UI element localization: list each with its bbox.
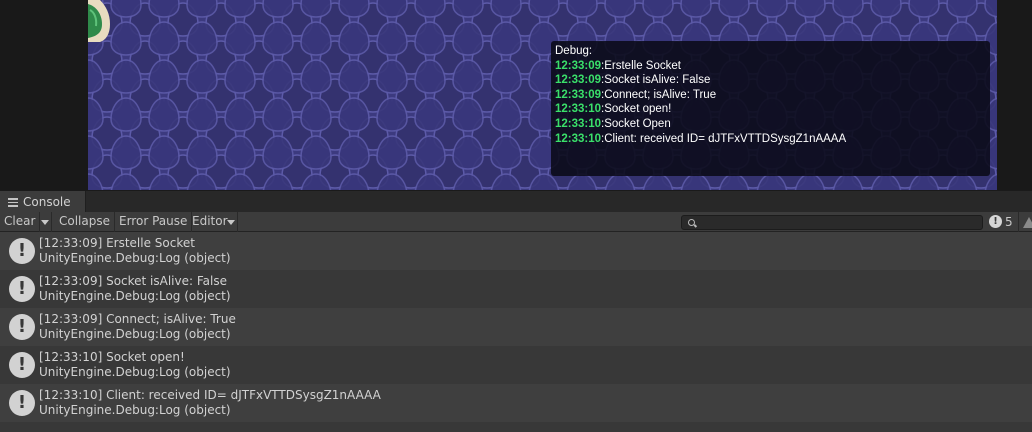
- editor-dropdown-label: Editor: [192, 214, 228, 228]
- info-icon: !: [9, 390, 35, 416]
- log-entry[interactable]: ! [12:33:10] Socket open! UnityEngine.De…: [0, 346, 1032, 384]
- search-icon: [688, 219, 695, 226]
- editor-dropdown[interactable]: Editor: [188, 212, 238, 232]
- error-pause-button[interactable]: Error Pause: [115, 212, 193, 232]
- game-view-edge: [997, 0, 1032, 190]
- log-message: [12:33:09] Erstelle Socket: [39, 236, 195, 250]
- debug-line: 12:33:10:Socket Open: [555, 117, 671, 130]
- log-message: [12:33:10] Client: received ID= dJTFxVTT…: [39, 388, 381, 402]
- debug-line: 12:33:09:Socket isAlive: False: [555, 74, 711, 87]
- tab-console[interactable]: Console: [0, 191, 86, 213]
- collapse-button[interactable]: Collapse: [55, 212, 115, 232]
- search-input[interactable]: [681, 215, 983, 230]
- info-icon: !: [9, 238, 35, 264]
- log-entry[interactable]: ! [12:33:10] Client: received ID= dJTFxV…: [0, 384, 1032, 422]
- chevron-down-icon: [227, 220, 235, 225]
- log-entry[interactable]: ! [12:33:09] Connect; isAlive: True Unit…: [0, 308, 1032, 346]
- log-source: UnityEngine.Debug:Log (object): [39, 403, 231, 417]
- tab-console-label: Console: [23, 195, 71, 209]
- debug-title: Debug:: [555, 45, 593, 57]
- warning-icon: [1023, 217, 1032, 228]
- log-source: UnityEngine.Debug:Log (object): [39, 251, 231, 265]
- console-tabbar: Console: [0, 190, 1032, 213]
- info-count: 5: [1005, 215, 1013, 229]
- log-message: [12:33:09] Connect; isAlive: True: [39, 312, 236, 326]
- info-icon: !: [989, 215, 1002, 228]
- player-sprite: [88, 0, 110, 42]
- log-entry[interactable]: ! [12:33:09] Socket isAlive: False Unity…: [0, 270, 1032, 308]
- chevron-down-icon: [41, 220, 49, 225]
- console-toolbar: Clear Collapse Error Pause Editor ! 5: [0, 212, 1032, 232]
- log-message: [12:33:10] Socket open!: [39, 350, 185, 364]
- clear-button[interactable]: Clear: [0, 212, 41, 232]
- info-filter-toggle[interactable]: ! 5: [987, 212, 1017, 232]
- log-source: UnityEngine.Debug:Log (object): [39, 289, 231, 303]
- debug-line: 12:33:09:Connect; isAlive: True: [555, 88, 717, 101]
- game-view-container: Debug: 12:33:09:Erstelle Socket 12:33:09…: [0, 0, 1032, 190]
- log-source: UnityEngine.Debug:Log (object): [39, 365, 231, 379]
- info-icon: !: [9, 276, 35, 302]
- warning-filter-toggle[interactable]: [1018, 212, 1032, 232]
- debug-line: 12:33:10:Client: received ID= dJTFxVTTDS…: [555, 132, 847, 145]
- debug-line: 12:33:09:Erstelle Socket: [555, 59, 681, 72]
- console-icon: [8, 198, 18, 207]
- info-icon: !: [9, 314, 35, 340]
- info-icon: !: [9, 352, 35, 378]
- log-entry[interactable]: ! [12:33:09] Erstelle Socket UnityEngine…: [0, 232, 1032, 270]
- console-log-list[interactable]: ! [12:33:09] Erstelle Socket UnityEngine…: [0, 232, 1032, 432]
- debug-line: 12:33:10:Socket open!: [555, 103, 672, 116]
- log-source: UnityEngine.Debug:Log (object): [39, 327, 231, 341]
- log-message: [12:33:09] Socket isAlive: False: [39, 274, 227, 288]
- clear-options-dropdown[interactable]: [38, 212, 52, 232]
- debug-overlay: Debug: 12:33:09:Erstelle Socket 12:33:09…: [551, 41, 990, 176]
